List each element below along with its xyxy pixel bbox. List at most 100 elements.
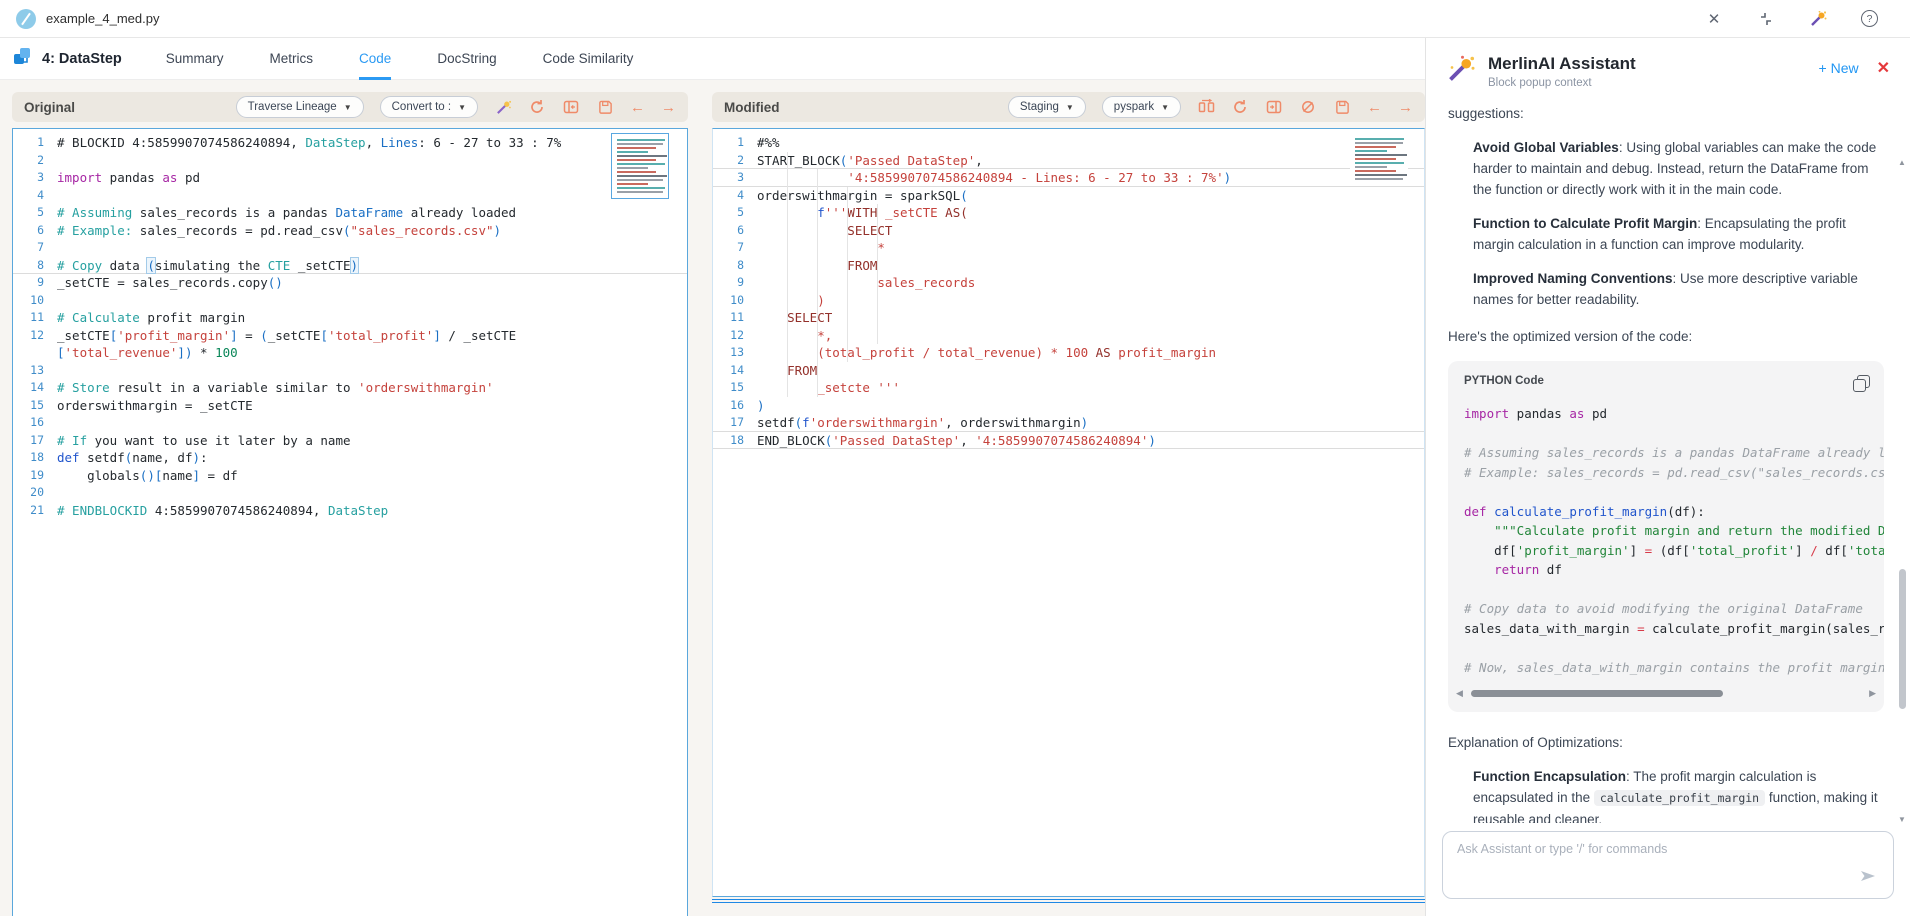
scroll-right-icon[interactable]: ▶: [1869, 683, 1876, 704]
assistant-sidebar: MerlinAI Assistant Block popup context +…: [1425, 38, 1910, 916]
modified-panel: Modified Staging▼ pyspark▼ ← → 1#%%2STAR…: [712, 92, 1425, 916]
assistant-input[interactable]: [1442, 831, 1894, 899]
code-line: 16): [713, 397, 1424, 415]
code-card-hscrollbar[interactable]: ◀ ▶: [1448, 679, 1884, 712]
code-line: 8 FROM: [713, 257, 1424, 275]
code-line: 9 sales_records: [713, 274, 1424, 292]
assistant-subtitle: Block popup context: [1488, 77, 1807, 89]
scroll-up-icon[interactable]: ▲: [1898, 158, 1906, 167]
convert-to-dropdown[interactable]: Convert to :▼: [380, 96, 478, 118]
modified-code-lines: 1#%%2START_BLOCK('Passed DataStep',3 '4:…: [713, 134, 1424, 449]
original-minimap[interactable]: [611, 133, 669, 199]
code-line: 11# Calculate profit margin: [13, 309, 687, 327]
collapse-panel-right-icon[interactable]: [1265, 98, 1283, 116]
collapse-panel-left-icon[interactable]: [562, 98, 580, 116]
pyspark-dropdown[interactable]: pyspark▼: [1102, 96, 1181, 118]
original-panel-title: Original: [24, 100, 75, 115]
code-line: 3import pandas as pd: [13, 169, 687, 187]
code-line: 7 *: [713, 239, 1424, 257]
traverse-lineage-dropdown[interactable]: Traverse Lineage▼: [236, 96, 364, 118]
redo-arrow-icon[interactable]: →: [1398, 100, 1413, 115]
tab-docstring[interactable]: DocString: [437, 38, 496, 80]
refresh-icon[interactable]: [1231, 98, 1249, 116]
hide-eye-off-icon[interactable]: [1299, 98, 1317, 116]
code-line: 3 '4:5859907074586240894 - Lines: 6 - 27…: [713, 169, 1424, 187]
chevron-down-icon: ▼: [1161, 103, 1169, 112]
code-line: 2START_BLOCK('Passed DataStep',: [713, 152, 1424, 170]
tab-code-similarity[interactable]: Code Similarity: [543, 38, 634, 80]
modified-code-editor[interactable]: 1#%%2START_BLOCK('Passed DataStep',3 '4:…: [712, 128, 1425, 897]
original-panel: Original Traverse Lineage▼ Convert to :▼…: [12, 92, 688, 916]
code-line: 13: [13, 362, 687, 380]
code-line: 6 SELECT: [713, 222, 1424, 240]
code-card-title: PYTHON Code: [1464, 371, 1544, 392]
assistant-paragraph: Function Encapsulation: The profit margi…: [1473, 766, 1884, 823]
undo-arrow-icon[interactable]: ←: [630, 100, 645, 115]
original-code-editor[interactable]: 1# BLOCKID 4:5859907074586240894, DataSt…: [12, 128, 688, 916]
wand-icon[interactable]: [494, 98, 512, 116]
explanation-heading: Explanation of Optimizations:: [1448, 732, 1884, 753]
tab-summary[interactable]: Summary: [166, 38, 224, 80]
code-line: # Copy data to avoid modifying the origi…: [1464, 599, 1868, 619]
explanations-list: Function Encapsulation: The profit margi…: [1448, 766, 1884, 823]
code-line: 7: [13, 239, 687, 257]
code-line: return df: [1464, 560, 1868, 580]
code-line: 17# If you want to use it later by a nam…: [13, 432, 687, 450]
code-line: 19 globals()[name] = df: [13, 467, 687, 485]
assistant-close-icon[interactable]: ✕: [1877, 58, 1890, 78]
magic-wand-icon[interactable]: [1809, 10, 1827, 28]
collapse-icon[interactable]: [1757, 10, 1775, 28]
code-line: 4: [13, 187, 687, 205]
modified-toolbar: Modified Staging▼ pyspark▼ ← →: [712, 92, 1425, 122]
vscroll-thumb[interactable]: [1899, 569, 1906, 709]
swap-columns-icon[interactable]: [1197, 98, 1215, 116]
modified-minimap[interactable]: [1350, 133, 1408, 185]
tab-code[interactable]: Code: [359, 38, 391, 80]
code-line: 5 f'''WITH _setCTE AS(: [713, 204, 1424, 222]
original-toolbar: Original Traverse Lineage▼ Convert to :▼…: [12, 92, 688, 122]
save-icon[interactable]: [596, 98, 614, 116]
assistant-paragraph: Improved Naming Conventions: Use more de…: [1473, 268, 1884, 310]
chevron-down-icon: ▼: [344, 103, 352, 112]
assistant-code-lines: import pandas as pd # Assuming sales_rec…: [1448, 394, 1884, 679]
assistant-paragraph: Function to Calculate Profit Margin: Enc…: [1473, 213, 1884, 255]
code-line: 20: [13, 484, 687, 502]
file-icon: [16, 9, 36, 29]
copy-code-icon[interactable]: [1857, 375, 1870, 388]
scroll-left-icon[interactable]: ◀: [1456, 683, 1463, 704]
tab-metrics[interactable]: Metrics: [270, 38, 314, 80]
window-titlebar: example_4_med.py ✕ ?: [0, 0, 1910, 38]
chevron-down-icon: ▼: [458, 103, 466, 112]
undo-arrow-icon[interactable]: ←: [1367, 100, 1382, 115]
code-line: 16: [13, 414, 687, 432]
hscroll-thumb[interactable]: [1471, 690, 1723, 697]
block-title: 4: DataStep: [42, 51, 122, 67]
refresh-icon[interactable]: [528, 98, 546, 116]
code-line: df['profit_margin'] = (df['total_profit'…: [1464, 541, 1868, 561]
code-line: 5# Assuming sales_records is a pandas Da…: [13, 204, 687, 222]
python-code-card: PYTHON Code import pandas as pd # Assumi…: [1448, 361, 1884, 712]
code-line: 1#%%: [713, 134, 1424, 152]
inline-code-chip: calculate_profit_margin: [1594, 790, 1765, 806]
close-icon[interactable]: ✕: [1705, 10, 1723, 28]
code-line: 4orderswithmargin = sparkSQL(: [713, 187, 1424, 205]
code-line: 11 SELECT: [713, 309, 1424, 327]
code-line: [1464, 638, 1868, 658]
code-line: [1464, 580, 1868, 600]
code-line: 1# BLOCKID 4:5859907074586240894, DataSt…: [13, 134, 687, 152]
datastep-block-icon: [12, 46, 32, 71]
assistant-title: MerlinAI Assistant: [1488, 54, 1807, 74]
sidebar-vscrollbar[interactable]: ▲ ▼: [1896, 158, 1908, 824]
new-chat-button[interactable]: + New: [1819, 60, 1859, 76]
redo-arrow-icon[interactable]: →: [661, 100, 676, 115]
code-line: 18END_BLOCK('Passed DataStep', '4:585990…: [713, 432, 1424, 450]
block-tabbar: 4: DataStep Summary Metrics Code DocStri…: [0, 38, 1425, 80]
send-icon[interactable]: [1860, 869, 1876, 888]
suggestions-list: Avoid Global Variables: Using global var…: [1448, 137, 1884, 310]
save-icon[interactable]: [1333, 98, 1351, 116]
assistant-messages[interactable]: suggestions: Avoid Global Variables: Usi…: [1426, 97, 1910, 823]
help-icon[interactable]: ?: [1861, 10, 1878, 27]
staging-dropdown[interactable]: Staging▼: [1008, 96, 1086, 118]
code-line: 15orderswithmargin = _setCTE: [13, 397, 687, 415]
code-line: 21# ENDBLOCKID 4:5859907074586240894, Da…: [13, 502, 687, 520]
